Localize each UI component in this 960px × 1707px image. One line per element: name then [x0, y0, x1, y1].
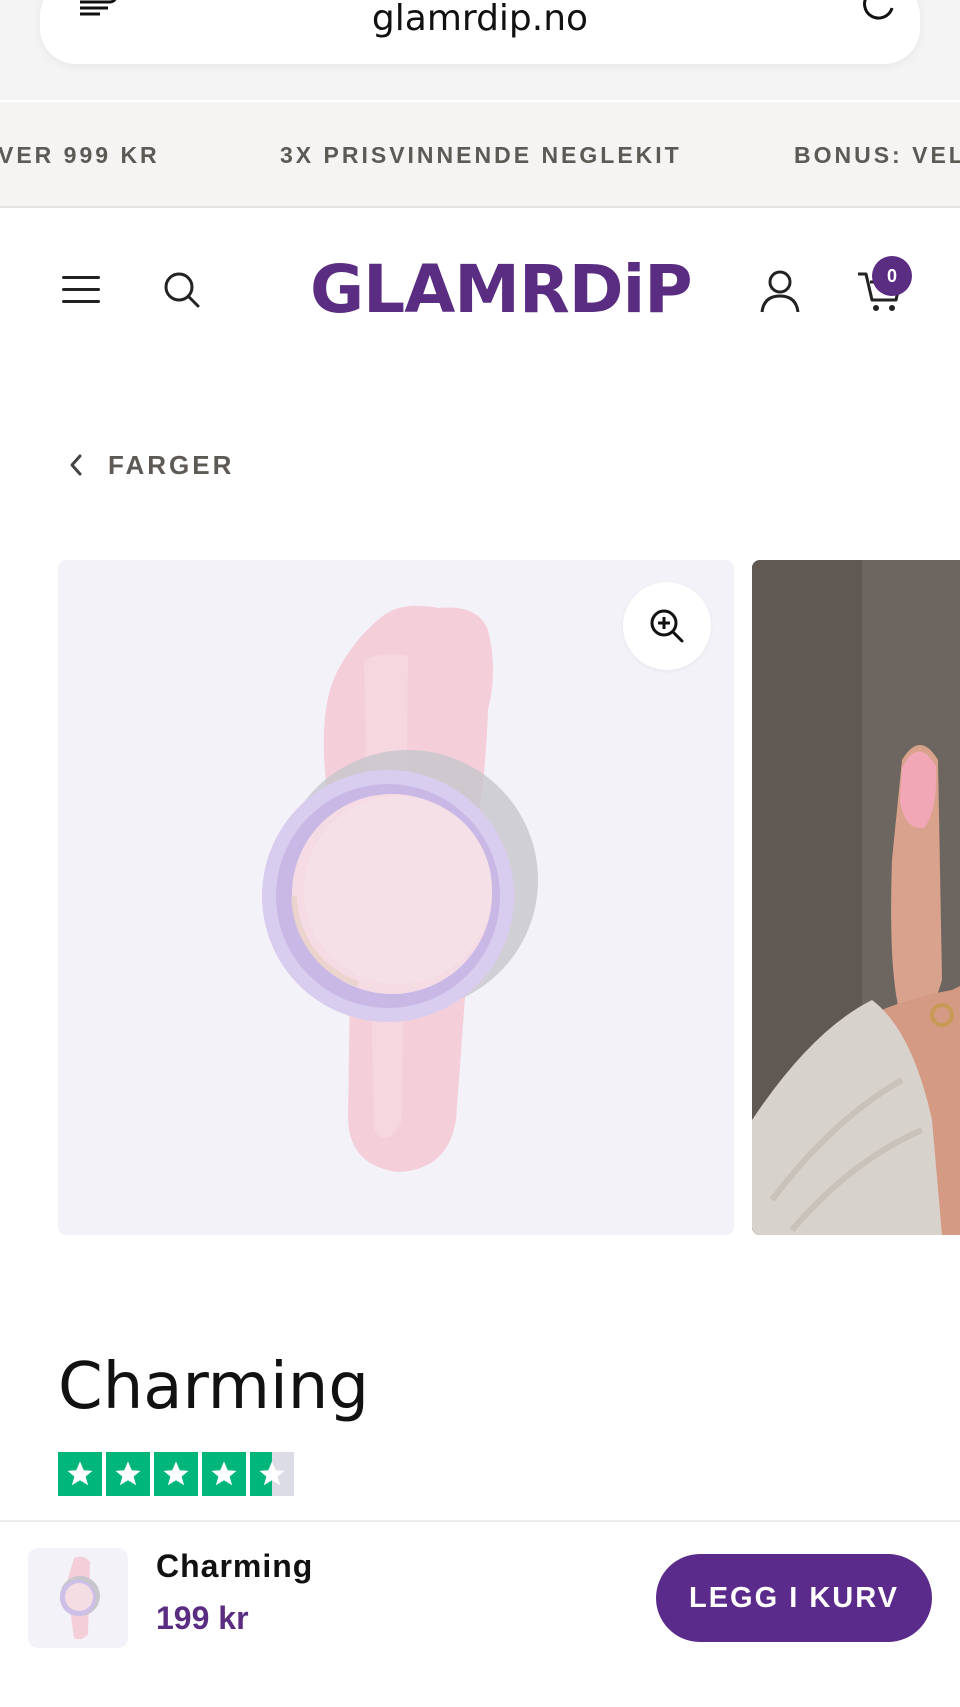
breadcrumb-label: FARGER	[108, 449, 235, 480]
product-powder-jar-image	[262, 605, 538, 1172]
zoom-button[interactable]	[623, 582, 711, 670]
sticky-product-name: Charming	[156, 1548, 314, 1584]
chevron-left-icon	[70, 454, 82, 476]
star-icon	[202, 1452, 246, 1496]
star-icon	[58, 1452, 102, 1496]
star-half-icon	[250, 1452, 294, 1496]
product-image-next[interactable]	[752, 560, 960, 1235]
announcement-item: BONUS: VEL	[794, 142, 960, 168]
announcement-bar: VER 999 KR 3X PRISVINNENDE NEGLEKIT BONU…	[0, 102, 960, 208]
site-header: GLAMRDiP 0	[0, 210, 960, 370]
browser-bar: glamrdip.no	[0, 0, 960, 100]
sticky-product-price: 199 kr	[156, 1600, 249, 1636]
product-image-main[interactable]	[58, 560, 734, 1235]
announcement-item: VER 999 KR	[0, 142, 160, 168]
trustpilot-rating[interactable]	[58, 1452, 294, 1496]
menu-icon[interactable]	[62, 276, 102, 306]
announcement-item: 3X PRISVINNENDE NEGLEKIT	[280, 142, 682, 168]
breadcrumb[interactable]: FARGER	[64, 440, 234, 490]
logo[interactable]: GLAMRDiP	[310, 250, 693, 330]
reload-icon[interactable]	[858, 0, 898, 24]
account-icon[interactable]	[758, 268, 802, 314]
product-title: Charming	[58, 1350, 369, 1424]
product-thumbnail	[28, 1548, 128, 1648]
cart-count-badge: 0	[872, 256, 912, 296]
add-to-cart-button[interactable]: LEGG I KURV	[656, 1554, 932, 1642]
sticky-add-to-cart-bar: Charming 199 kr LEGG I KURV	[0, 1520, 960, 1707]
url-text: glamrdip.no	[371, 0, 589, 39]
hand-nails-image	[752, 560, 960, 1235]
star-icon	[154, 1452, 198, 1496]
search-icon[interactable]	[162, 270, 202, 310]
zoom-in-icon	[650, 609, 684, 643]
star-icon	[106, 1452, 150, 1496]
url-bar[interactable]: glamrdip.no	[40, 0, 920, 64]
